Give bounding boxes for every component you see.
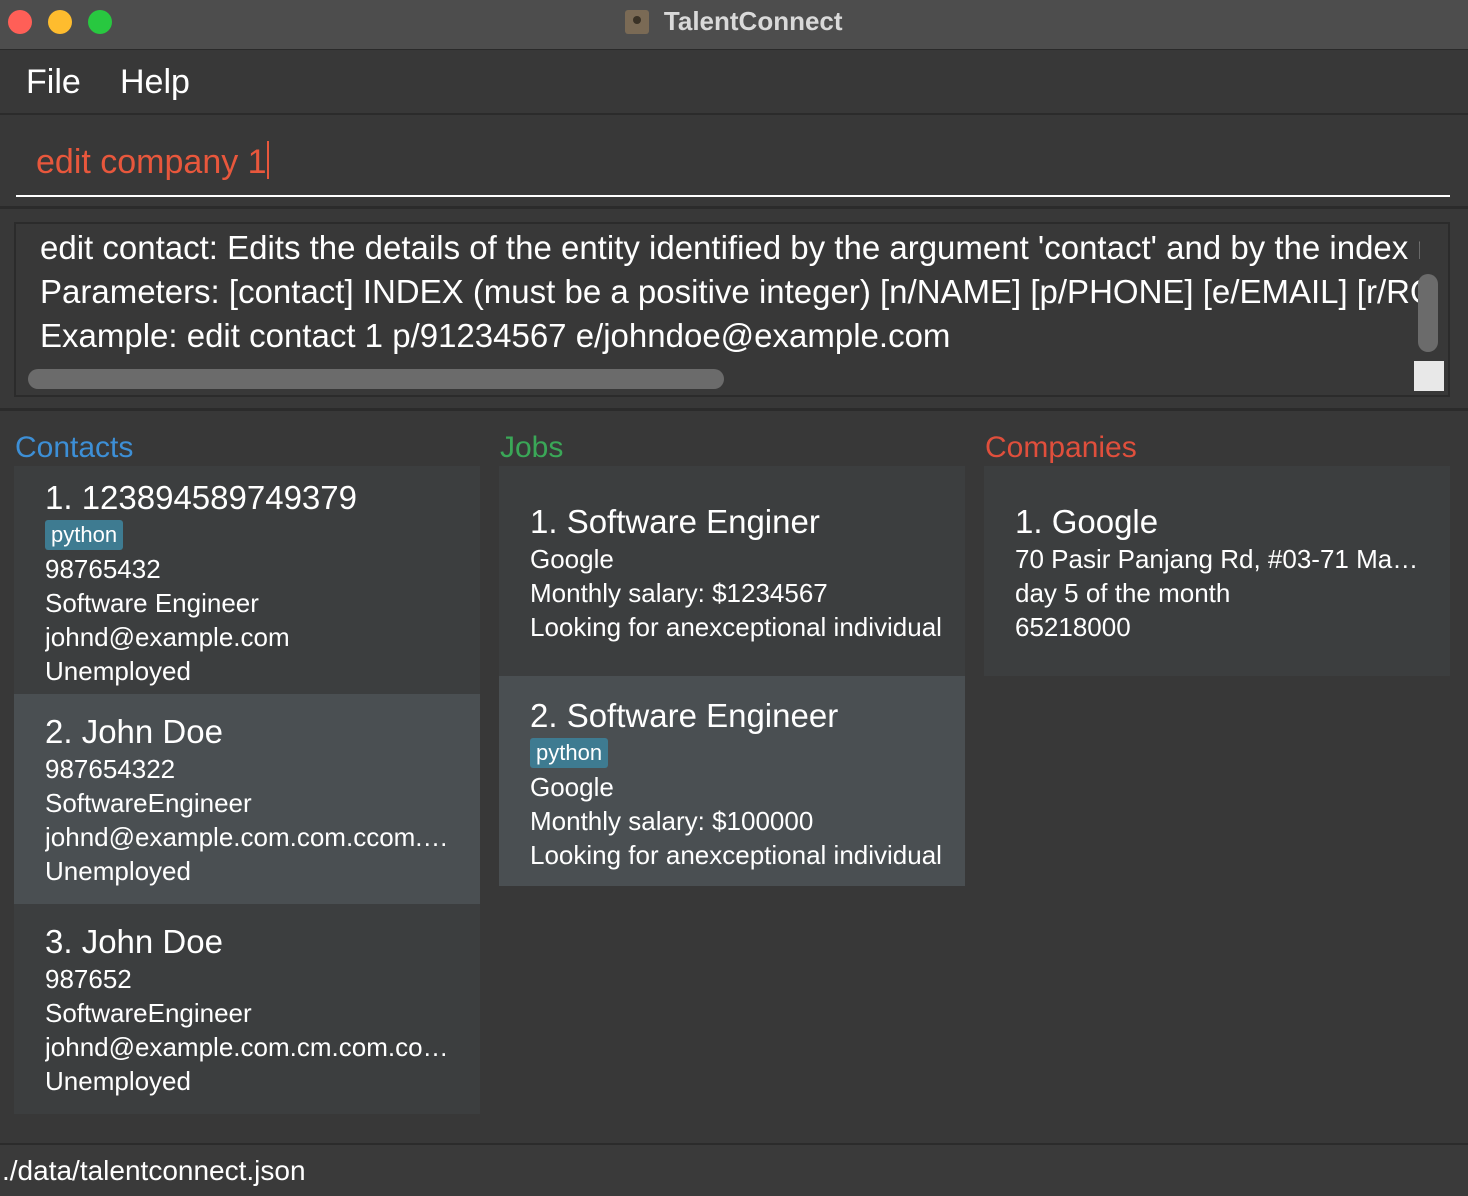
job-company: Google <box>530 772 614 802</box>
contact-status: Unemployed <box>45 656 191 686</box>
company-card[interactable]: 1. Google 70 Pasir Panjang Rd, #03-71 Ma… <box>984 466 1450 676</box>
command-text: edit company 1 <box>36 143 267 181</box>
menu-bar: File Help <box>0 51 1468 115</box>
scroll-corner <box>1414 361 1444 391</box>
title-bar: TalentConnect <box>0 0 1468 50</box>
job-company: Google <box>530 544 614 574</box>
contact-card[interactable]: 3. John Doe 987652 SoftwareEngineer john… <box>14 904 480 1114</box>
company-address: 70 Pasir Panjang Rd, #03-71 Mapletr... <box>1015 544 1450 574</box>
contact-name: 1. 123894589749379 <box>45 479 357 516</box>
job-description: Looking for anexceptional individual <box>530 840 942 870</box>
contacts-panel: Contacts 1. 123894589749379 python 98765… <box>14 430 480 1114</box>
command-input[interactable]: edit company 1 <box>16 117 1450 197</box>
company-phone: 65218000 <box>1015 612 1131 642</box>
horizontal-scroll-thumb[interactable] <box>28 369 724 389</box>
contact-role: SoftwareEngineer <box>45 788 252 818</box>
contact-email: johnd@example.com.cm.com.com.o... <box>45 1032 480 1062</box>
result-line: edit contact: Edits the details of the e… <box>40 229 1420 266</box>
panel-divider <box>0 408 1468 411</box>
contact-role: Software Engineer <box>45 588 259 618</box>
job-tag: python <box>530 738 609 768</box>
result-display[interactable]: edit contact: Edits the details of the e… <box>14 222 1450 397</box>
contact-card[interactable]: 2. John Doe 987654322 SoftwareEngineer j… <box>14 694 480 904</box>
command-box: edit company 1 <box>0 117 1468 209</box>
contact-phone: 987654322 <box>45 754 176 784</box>
job-card[interactable]: 2. Software Engineer python Google Month… <box>499 676 965 886</box>
job-salary: Monthly salary: $100000 <box>530 806 814 836</box>
text-caret <box>266 141 269 179</box>
jobs-panel: Jobs 1. Software Enginer Google Monthly … <box>499 430 965 886</box>
contact-name: 2. John Doe <box>45 713 223 750</box>
vertical-scrollbar[interactable] <box>1412 224 1448 364</box>
contact-email: johnd@example.com <box>45 622 290 652</box>
window-title: TalentConnect <box>663 6 843 36</box>
status-bar: ./data/talentconnect.json <box>0 1143 1468 1196</box>
contact-role: SoftwareEngineer <box>45 998 252 1028</box>
result-text: edit contact: Edits the details of the e… <box>40 226 1420 366</box>
contact-name: 3. John Doe <box>45 923 223 960</box>
result-line: Parameters: [contact] INDEX (must be a p… <box>40 273 1420 310</box>
contact-status: Unemployed <box>45 1066 191 1096</box>
horizontal-scrollbar[interactable] <box>16 367 1416 395</box>
contact-card[interactable]: 1. 123894589749379 python 98765432 Softw… <box>14 466 480 694</box>
data-file-path: ./data/talentconnect.json <box>2 1155 306 1186</box>
jobs-header: Jobs <box>500 431 564 464</box>
job-title: 1. Software Enginer <box>530 503 820 540</box>
result-line: Example: edit contact 1 p/91234567 e/joh… <box>40 317 951 354</box>
contact-phone: 987652 <box>45 964 132 994</box>
job-description: Looking for anexceptional individual <box>530 612 942 642</box>
contact-status: Unemployed <box>45 856 191 886</box>
job-title: 2. Software Engineer <box>530 697 839 734</box>
vertical-scroll-thumb[interactable] <box>1418 274 1438 352</box>
company-billing-date: day 5 of the month <box>1015 578 1231 608</box>
companies-panel: Companies 1. Google 70 Pasir Panjang Rd,… <box>984 430 1450 676</box>
app-icon <box>625 9 650 34</box>
job-salary: Monthly salary: $1234567 <box>530 578 828 608</box>
menu-file[interactable]: File <box>26 63 81 102</box>
contacts-header: Contacts <box>15 431 134 464</box>
job-card[interactable]: 1. Software Enginer Google Monthly salar… <box>499 466 965 676</box>
contact-email: johnd@example.com.com.ccom.com <box>45 822 472 852</box>
window-title-group: TalentConnect <box>0 6 1468 37</box>
companies-header: Companies <box>985 431 1137 464</box>
company-name: 1. Google <box>1015 503 1159 540</box>
app-window: TalentConnect File Help edit company 1 e… <box>0 0 1468 1196</box>
contact-phone: 98765432 <box>45 554 161 584</box>
contact-tag: python <box>45 520 124 550</box>
menu-help[interactable]: Help <box>120 63 190 102</box>
